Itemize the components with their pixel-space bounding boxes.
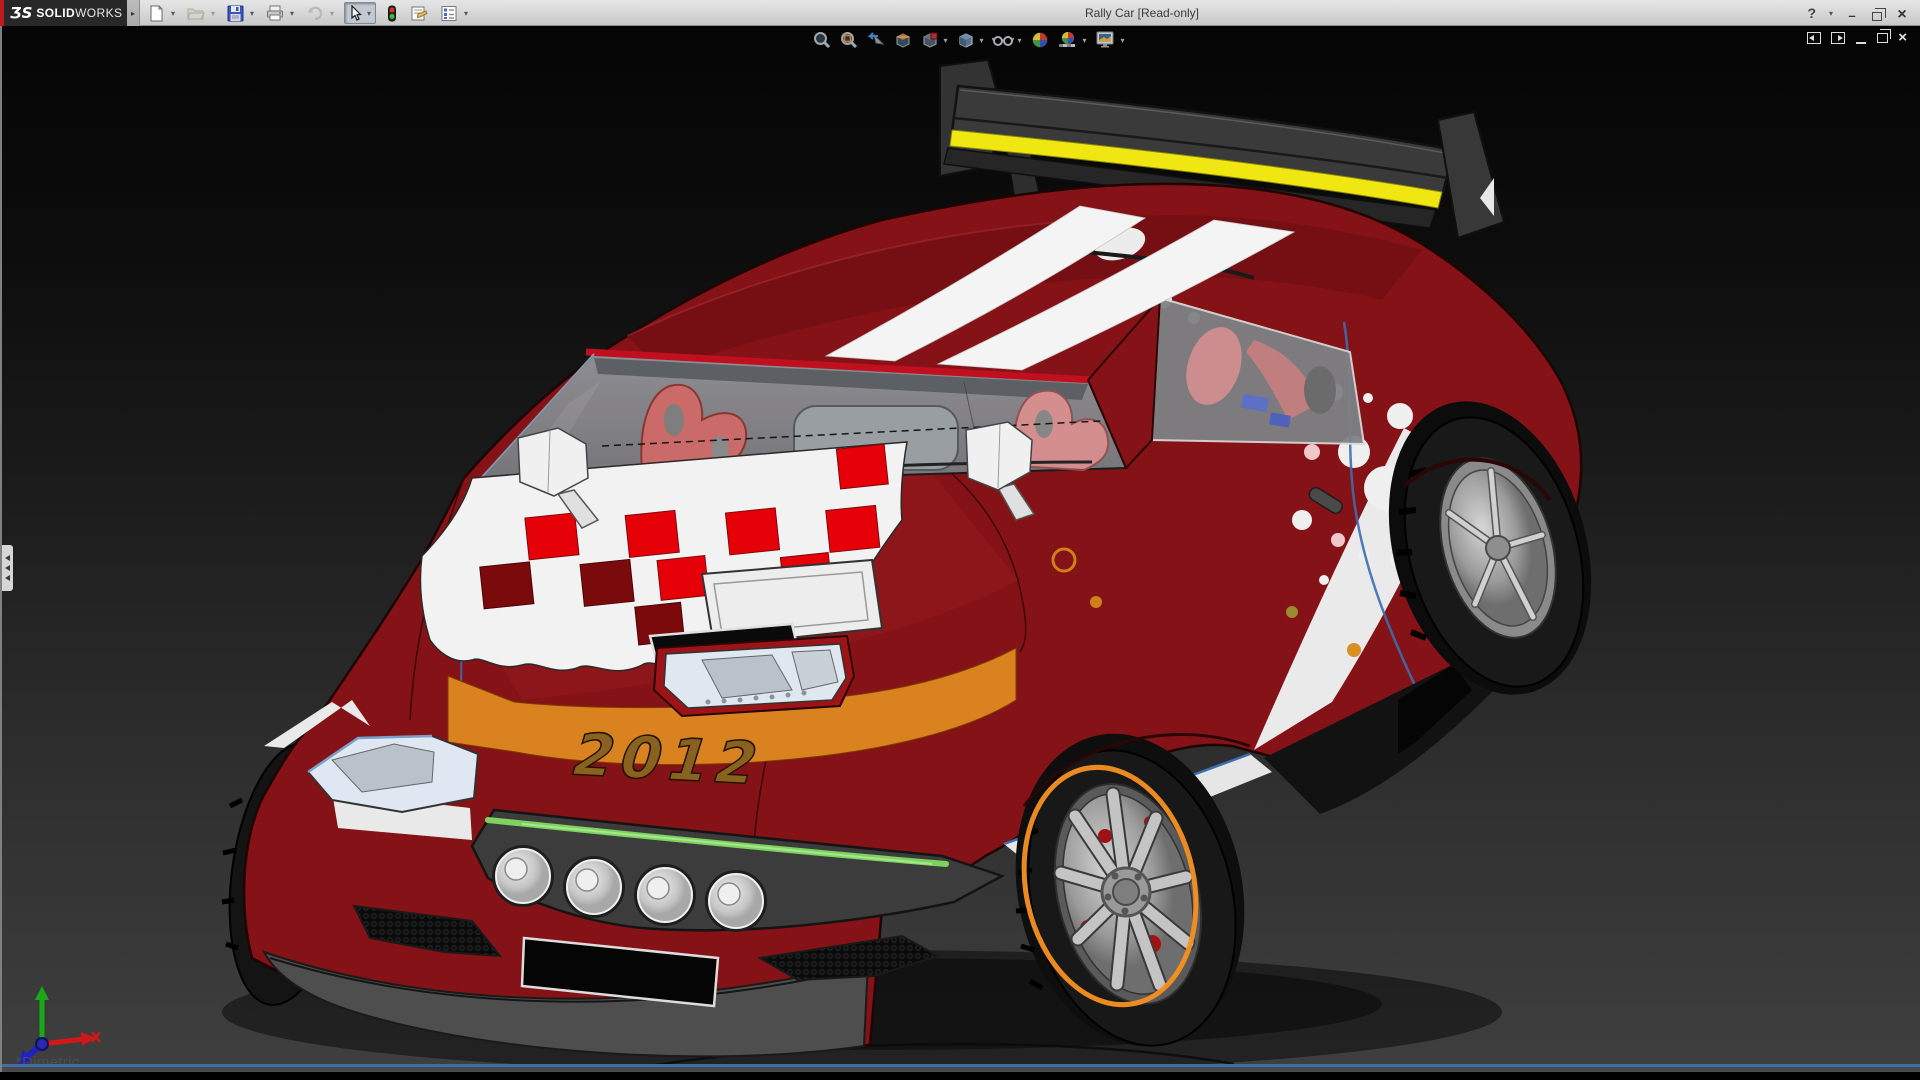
- heads-up-view-toolbar: ▾ ▾ ▾: [810, 29, 1128, 51]
- minimize-button[interactable]: –: [1844, 6, 1860, 21]
- undo-icon: [306, 5, 324, 21]
- collapse-arrow-icon: [5, 565, 10, 571]
- save-button[interactable]: [225, 2, 246, 24]
- options-checklist-icon: [440, 5, 458, 22]
- restore-button[interactable]: [1869, 6, 1885, 21]
- year-decal: 2012: [564, 721, 774, 798]
- toggle-right-pane-button[interactable]: [1831, 32, 1845, 44]
- window-controls: ? ▾ – ×: [1807, 3, 1910, 23]
- zoom-to-area-icon: [839, 30, 859, 50]
- toolbar-expander-button[interactable]: ▸: [127, 0, 140, 26]
- close-button[interactable]: ×: [1894, 6, 1910, 21]
- previous-view-button[interactable]: [864, 29, 888, 51]
- select-button[interactable]: ▾: [344, 2, 376, 24]
- collapse-arrow-icon: [5, 555, 10, 561]
- view-settings-icon: [1095, 30, 1117, 50]
- print-dropdown[interactable]: ▾: [288, 9, 296, 18]
- display-style-icon: [956, 30, 976, 50]
- apply-scene-icon: [1057, 30, 1079, 50]
- hide-show-dropdown[interactable]: ▾: [1016, 36, 1023, 45]
- open-button[interactable]: [185, 2, 207, 24]
- print-icon: [266, 5, 284, 21]
- hide-show-items-button[interactable]: ▾: [990, 29, 1025, 51]
- document-minimize-button[interactable]: [1855, 32, 1867, 44]
- document-restore-button[interactable]: [1877, 33, 1888, 43]
- open-dropdown[interactable]: ▾: [209, 9, 217, 18]
- view-settings-dropdown[interactable]: ▾: [1119, 36, 1126, 45]
- rally-car-model[interactable]: 2012: [2, 26, 1920, 1072]
- solidworks-logo: ƷS SOLIDWORKS: [0, 0, 127, 26]
- help-button[interactable]: ?: [1807, 5, 1816, 21]
- file-properties-button[interactable]: [408, 2, 430, 24]
- new-document-button[interactable]: [146, 2, 167, 24]
- undo-dropdown[interactable]: ▾: [328, 9, 336, 18]
- view-orientation-icon: [920, 30, 940, 50]
- save-floppy-icon: [227, 5, 244, 22]
- appearance-ball-icon: [1030, 30, 1050, 50]
- collapse-arrow-icon: [5, 575, 10, 581]
- help-dropdown[interactable]: ▾: [1827, 9, 1835, 18]
- view-orientation-button[interactable]: ▾: [918, 29, 951, 51]
- section-view-button[interactable]: [891, 29, 915, 51]
- new-dropdown[interactable]: ▾: [169, 9, 177, 18]
- select-cursor-icon: [347, 5, 363, 22]
- select-dropdown[interactable]: ▾: [365, 9, 373, 18]
- document-window-controls: ×: [1807, 32, 1907, 44]
- zoom-to-area-button[interactable]: [837, 29, 861, 51]
- toggle-left-pane-icon: [1807, 32, 1821, 44]
- previous-view-icon: [866, 30, 886, 50]
- toggle-left-pane-button[interactable]: [1807, 32, 1821, 44]
- apply-scene-button[interactable]: ▾: [1055, 29, 1090, 51]
- traffic-light-icon: [386, 5, 398, 22]
- window-title: Rally Car [Read-only]: [1085, 6, 1199, 20]
- graphics-viewport[interactable]: 2012: [0, 26, 1920, 1072]
- apply-scene-dropdown[interactable]: ▾: [1081, 36, 1088, 45]
- zoom-to-fit-icon: [812, 30, 832, 50]
- display-style-button[interactable]: ▾: [954, 29, 987, 51]
- zoom-to-fit-button[interactable]: [810, 29, 834, 51]
- brand-glyph: ƷS: [10, 4, 32, 22]
- right-headlight: [654, 636, 854, 716]
- brand-text: SOLIDWORKS: [36, 6, 122, 20]
- file-properties-icon: [410, 5, 428, 22]
- rebuild-button[interactable]: [384, 2, 400, 24]
- undo-button[interactable]: [304, 2, 326, 24]
- eyeglasses-icon: [992, 30, 1014, 50]
- save-dropdown[interactable]: ▾: [248, 9, 256, 18]
- options-dropdown[interactable]: ▾: [462, 9, 470, 18]
- new-document-icon: [148, 5, 165, 22]
- solidworks-window: ƷS SOLIDWORKS ▸ ▾ ▾: [0, 0, 1920, 1080]
- feature-manager-collapsed-tab[interactable]: [2, 545, 13, 591]
- section-view-icon: [893, 30, 913, 50]
- display-style-dropdown[interactable]: ▾: [978, 36, 985, 45]
- view-settings-button[interactable]: ▾: [1093, 29, 1128, 51]
- options-button[interactable]: [438, 2, 460, 24]
- main-toolbar: ▾ ▾ ▾: [146, 0, 470, 26]
- restore-icon: [1872, 12, 1882, 21]
- document-close-button[interactable]: ×: [1898, 32, 1907, 44]
- view-orientation-dropdown[interactable]: ▾: [942, 36, 949, 45]
- print-button[interactable]: [264, 2, 286, 24]
- open-folder-icon: [187, 5, 205, 21]
- toggle-right-pane-icon: [1831, 32, 1845, 44]
- title-bar: ƷS SOLIDWORKS ▸ ▾ ▾: [0, 0, 1920, 26]
- edit-appearance-button[interactable]: [1028, 29, 1052, 51]
- document-restore-icon: [1877, 33, 1888, 43]
- status-bar-strip: [2, 1067, 1920, 1072]
